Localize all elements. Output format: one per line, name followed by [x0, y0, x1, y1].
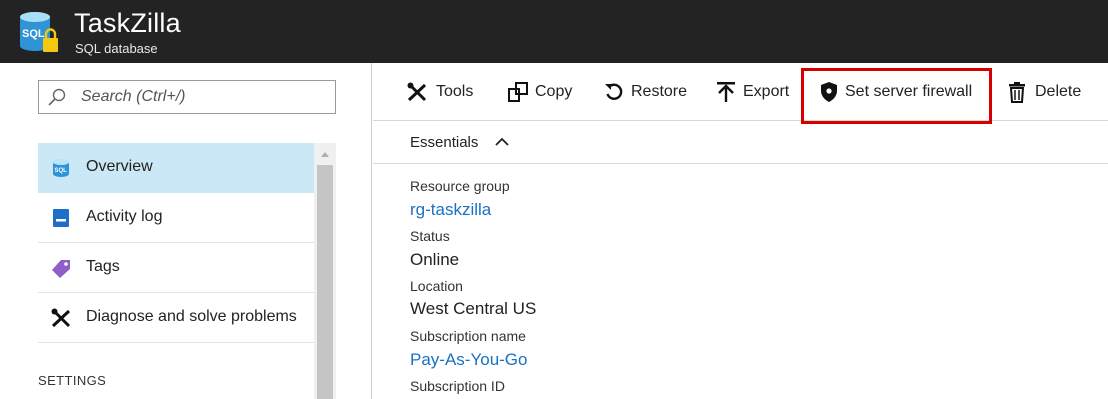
activity-log-icon — [53, 209, 69, 227]
restore-icon — [605, 83, 623, 100]
search-input[interactable] — [81, 85, 326, 109]
subscription-id-label: Subscription ID — [410, 378, 505, 394]
location-label: Location — [410, 278, 463, 294]
status-value: Online — [410, 250, 460, 269]
status-label: Status — [410, 228, 450, 244]
sql-database-icon: SQL — [53, 159, 69, 177]
nav-list: SQL Overview Activity log Tags Diagnose … — [38, 143, 314, 343]
sidebar-item-tags[interactable]: Tags — [38, 243, 314, 293]
resource-type: SQL database — [75, 41, 158, 56]
export-button[interactable]: Export — [715, 78, 795, 106]
tools-icon — [407, 82, 427, 102]
sidebar-scrollbar[interactable] — [314, 143, 336, 399]
search-icon — [48, 88, 66, 106]
essentials-label: Essentials — [410, 134, 479, 151]
location-value: West Central US — [410, 299, 537, 318]
resource-group-label: Resource group — [410, 178, 510, 194]
essentials-header[interactable]: Essentials — [373, 122, 1108, 164]
export-button-label: Export — [743, 83, 790, 100]
delete-button-label: Delete — [1035, 83, 1082, 100]
tools-button[interactable]: Tools — [406, 78, 486, 106]
sidebar-item-label: Diagnose and solve problems — [86, 308, 297, 325]
resource-group-link[interactable]: rg-taskzilla — [410, 200, 491, 220]
restore-button[interactable]: Restore — [603, 78, 693, 106]
svg-text:SQL: SQL — [22, 28, 45, 40]
tools-button-label: Tools — [436, 83, 474, 100]
copy-button-label: Copy — [535, 83, 573, 100]
scrollbar-thumb[interactable] — [317, 165, 333, 399]
svg-text:SQL: SQL — [55, 168, 68, 174]
delete-button[interactable]: Delete — [1007, 78, 1097, 106]
sidebar-item-label: Activity log — [86, 208, 163, 225]
top-header: SQL TaskZilla SQL database — [0, 0, 1108, 63]
subscription-name-label: Subscription name — [410, 328, 526, 344]
command-bar: Tools Copy Restore Export Set server fir… — [373, 63, 1108, 121]
scroll-up-arrow-icon[interactable] — [314, 147, 336, 161]
sidebar-item-activity-log[interactable]: Activity log — [38, 193, 314, 243]
sidebar-item-overview[interactable]: SQL Overview — [38, 143, 314, 193]
copy-icon — [508, 82, 528, 102]
sidebar-item-label: Overview — [86, 158, 153, 175]
tag-icon — [52, 260, 70, 278]
subscription-name-link[interactable]: Pay-As-You-Go — [410, 350, 527, 370]
export-icon — [717, 82, 735, 102]
resource-menu: SQL Overview Activity log Tags Dia — [0, 63, 372, 399]
settings-section-heading: SETTINGS — [38, 373, 107, 388]
sidebar-item-diagnose[interactable]: Diagnose and solve problems — [38, 293, 314, 343]
copy-button[interactable]: Copy — [507, 78, 587, 106]
tools-icon — [51, 308, 71, 328]
search-box[interactable] — [38, 80, 336, 114]
resource-title: TaskZilla — [74, 8, 181, 38]
sql-database-icon: SQL — [20, 12, 58, 52]
chevron-up-icon[interactable] — [494, 135, 510, 149]
restore-button-label: Restore — [631, 83, 688, 100]
trash-icon — [1009, 82, 1025, 103]
sidebar-item-label: Tags — [86, 258, 120, 275]
firewall-highlight-box — [801, 68, 992, 124]
